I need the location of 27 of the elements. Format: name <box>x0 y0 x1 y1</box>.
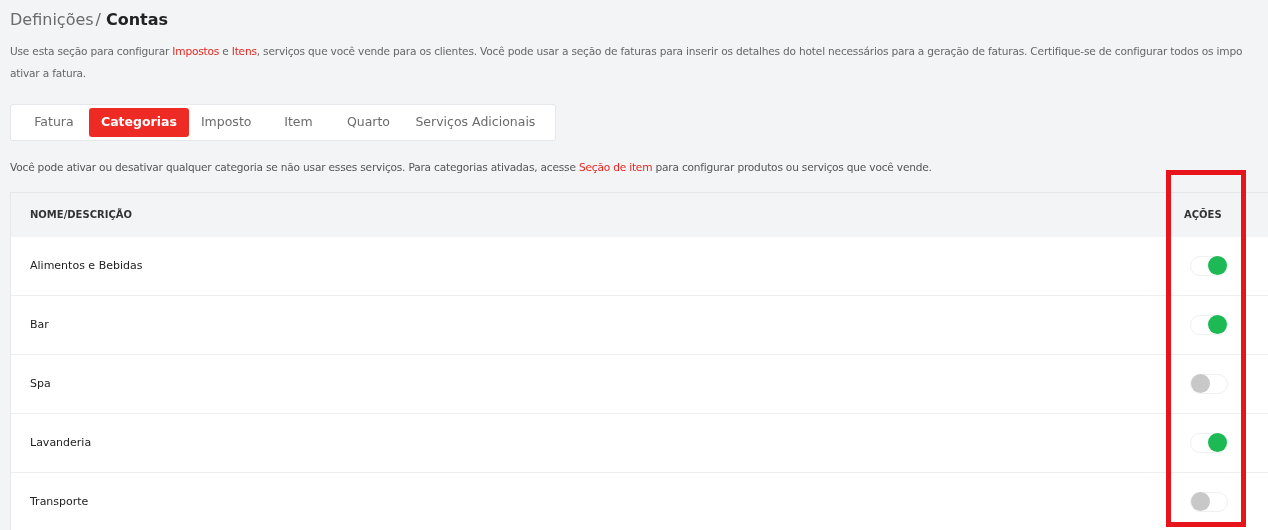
intro-text: Use esta seção para configurar Impostos e Itens, serviços que você vende para os clientes. Você pode usar a seção de faturas para inserir os detalhes do hotel necessários para a geração de faturas. Certifique-se de configurar todos os impo <box>10 44 1243 59</box>
toggle-switch[interactable] <box>1190 432 1228 453</box>
category-name: Bar <box>29 316 50 333</box>
tab[interactable]: Imposto <box>188 108 264 137</box>
tab[interactable]: Serviços Adicionais <box>403 108 548 137</box>
category-name: Spa <box>29 375 52 392</box>
intro-text: ativar a fatura. <box>10 66 87 81</box>
column-header: AÇÕES <box>1184 209 1222 221</box>
page-title: Contas <box>106 9 169 31</box>
toggle-switch[interactable] <box>1190 314 1228 335</box>
link[interactable]: Itens <box>231 45 257 57</box>
category-name: Transporte <box>29 493 90 510</box>
link[interactable]: Impostos <box>172 45 220 57</box>
tab[interactable]: Fatura <box>19 108 89 137</box>
toggle-switch[interactable] <box>1190 255 1228 276</box>
tab[interactable]: Quarto <box>333 108 404 137</box>
note-text: Você pode ativar ou desativar qualquer categoria se não usar esses serviços. Para categorias ativadas, acesse Seção de item para configurar produtos ou serviços que você vende. <box>10 160 932 175</box>
tab[interactable]: Categorias <box>89 108 189 137</box>
toggle-switch[interactable] <box>1190 491 1228 512</box>
breadcrumb-parent[interactable]: Definições <box>10 8 94 32</box>
column-header: NOME/DESCRIÇÃO <box>29 207 133 223</box>
breadcrumb-separator: / <box>95 9 101 31</box>
link[interactable]: Seção de item <box>578 161 653 173</box>
category-name: Alimentos e Bebidas <box>29 257 144 274</box>
tab[interactable]: Item <box>263 108 334 137</box>
category-name: Lavanderia <box>29 434 93 451</box>
toggle-switch[interactable] <box>1190 373 1228 394</box>
